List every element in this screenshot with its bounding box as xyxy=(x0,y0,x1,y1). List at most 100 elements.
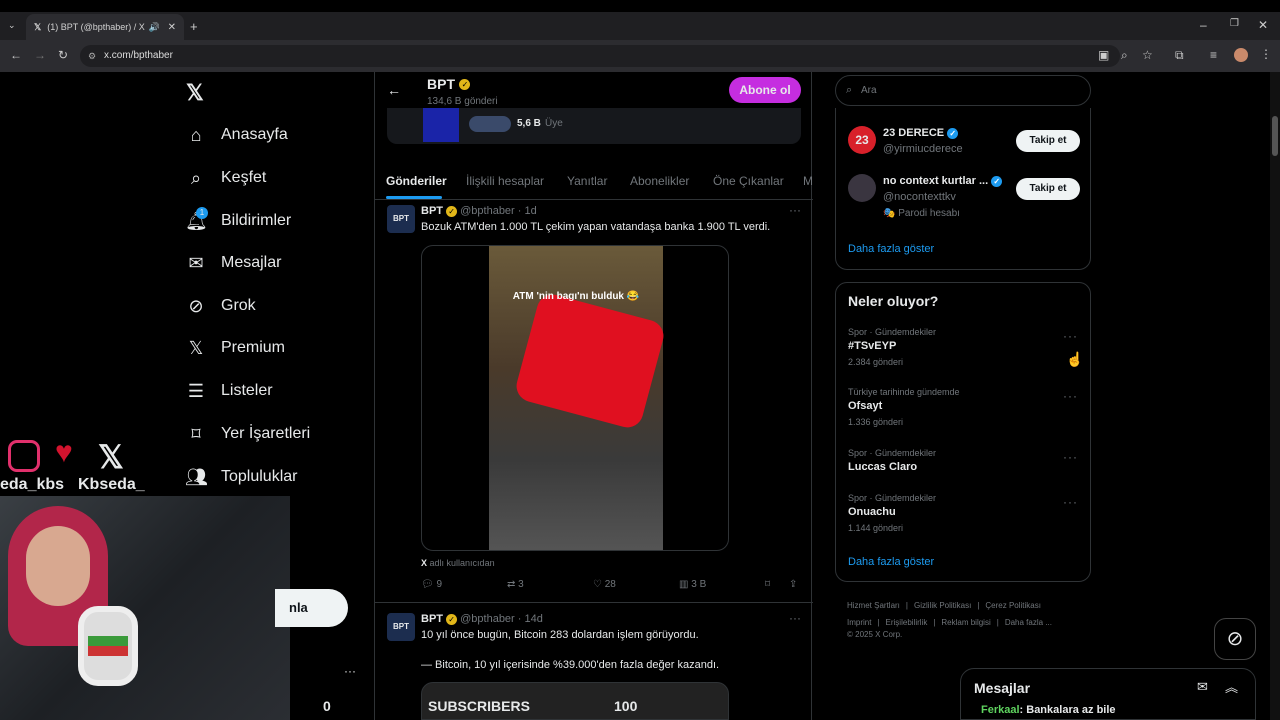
minimize-icon[interactable]: – xyxy=(1200,19,1207,31)
nav-item-4[interactable]: ⊘ Grok xyxy=(185,288,255,324)
page-scrollbar[interactable] xyxy=(1270,72,1280,720)
account-avatar[interactable] xyxy=(848,174,876,202)
trend-more-icon[interactable]: ··· xyxy=(1063,329,1078,343)
tweet-handle[interactable]: @bpthaber xyxy=(460,613,515,625)
search-box[interactable]: ⌕ Ara xyxy=(835,75,1091,106)
reload-icon[interactable]: ↻ xyxy=(58,49,68,61)
follow-button[interactable]: Takip et xyxy=(1016,178,1080,200)
follow-button[interactable]: Takip et xyxy=(1016,130,1080,152)
community-card[interactable]: 5,6 B Üye xyxy=(387,108,801,144)
tab-0[interactable]: Gönderiler xyxy=(386,174,447,188)
footer-link[interactable]: Gizlilik Politikası xyxy=(914,601,971,610)
verified-icon: ✓ xyxy=(991,175,1003,187)
trend-more-icon[interactable]: ··· xyxy=(1063,495,1078,509)
red-phone xyxy=(512,291,668,431)
list-icon: ☰ xyxy=(187,380,205,401)
scrollbar-thumb[interactable] xyxy=(1272,116,1278,156)
back-arrow-icon[interactable]: ← xyxy=(387,82,401,98)
trend-item[interactable]: Spor · Gündemdekiler Luccas Claro xyxy=(848,448,1078,473)
profile-avatar[interactable] xyxy=(1234,48,1248,62)
footer-link[interactable]: Imprint xyxy=(847,618,871,627)
tweet-avatar[interactable]: BPT xyxy=(387,205,415,233)
new-tab-icon[interactable]: + xyxy=(190,20,198,33)
nav-item-0[interactable]: ⌂ Anasayfa xyxy=(185,117,288,153)
trend-item[interactable]: Türkiye tarihinde gündemde Ofsayt 1.336 gö… xyxy=(848,387,1078,427)
browser-menu-icon[interactable]: ⋮ xyxy=(1260,48,1272,60)
nav-item-8[interactable]: 👥︎ Topluluklar xyxy=(185,459,297,495)
account-avatar[interactable]: 23 xyxy=(848,126,876,154)
footer-link[interactable]: Reklam bilgisi xyxy=(941,618,990,627)
trend-count: 2.384 gönderi xyxy=(848,357,904,367)
nav-item-6[interactable]: ☰ Listeler xyxy=(185,373,273,409)
x-logo-icon[interactable]: 𝕏 xyxy=(186,80,204,106)
tab-close-icon[interactable]: ✕ xyxy=(168,22,176,33)
views-icon: ▥ xyxy=(679,579,689,590)
extensions-icon[interactable]: ⧉ xyxy=(1175,49,1184,61)
footer-link[interactable]: Çerez Politikası xyxy=(985,601,1041,610)
tweet[interactable]: BPT BPT ✓ @bpthaber · 1d ··· Bozuk ATM'd… xyxy=(375,201,813,603)
close-window-icon[interactable]: ✕ xyxy=(1258,19,1268,31)
zoom-icon[interactable]: ⌕ xyxy=(1121,49,1128,61)
nav-item-3[interactable]: ✉ Mesajlar xyxy=(185,245,281,281)
tweet-time[interactable]: 14d xyxy=(525,613,543,625)
tweet-name[interactable]: BPT xyxy=(421,205,443,217)
browser-tab[interactable]: 𝕏 (1) BPT (@bpthaber) / X 🔊 ✕ xyxy=(26,14,184,40)
show-more-link[interactable]: Daha fazla göster xyxy=(848,243,934,255)
like-button[interactable]: ♡ 28 xyxy=(593,579,616,590)
expand-icon[interactable]: ︽ xyxy=(1225,677,1238,696)
nav-item-7[interactable]: ⌑ Yer İşaretleri xyxy=(185,416,310,452)
reply-count: 9 xyxy=(436,579,443,590)
trend-item[interactable]: Spor · Gündemdekiler #TSvEYP 2.384 gönderi xyxy=(848,327,1078,367)
tweet-media[interactable]: ATM 'nin bagı'nı bulduk 😂 xyxy=(421,245,729,551)
account-name[interactable]: 23 DERECE ✓ xyxy=(883,127,959,139)
tweet-handle[interactable]: @bpthaber xyxy=(460,205,515,217)
tweet-more-icon[interactable]: ··· xyxy=(789,611,801,625)
retweet-button[interactable]: ⇄ 3 xyxy=(507,579,524,590)
tab-3[interactable]: Abonelikler xyxy=(630,174,689,188)
site-info-icon[interactable]: ⚙ xyxy=(88,45,96,67)
cast-icon[interactable]: ▣ xyxy=(1098,49,1109,61)
tweet-time[interactable]: 1d xyxy=(525,205,537,217)
more-dots[interactable]: ··· xyxy=(344,664,356,678)
tab-2[interactable]: Yanıtlar xyxy=(567,174,607,188)
tweet-name[interactable]: BPT xyxy=(421,613,443,625)
bookmark-icon[interactable]: ⌑ xyxy=(765,579,770,590)
tab-5[interactable]: M xyxy=(803,174,813,188)
views-button[interactable]: ▥ 3 B xyxy=(679,579,706,590)
tweet-avatar[interactable]: BPT xyxy=(387,613,415,641)
mail-icon: ✉ xyxy=(188,252,204,273)
show-more-link[interactable]: Daha fazla göster xyxy=(848,556,934,568)
account-handle: @yirmiucderece xyxy=(883,143,963,155)
tweet-more-icon[interactable]: ··· xyxy=(789,203,801,217)
nav-item-5[interactable]: 𝕏 Premium xyxy=(185,330,285,366)
tab-audio-icon[interactable]: 🔊 xyxy=(149,22,160,33)
nav-item-1[interactable]: ⌕ Keşfet xyxy=(185,160,266,196)
messages-drawer[interactable]: Mesajlar ✉ ︽ Ferkaal: Bankalara az bile xyxy=(960,668,1256,720)
forward-icon[interactable]: → xyxy=(34,49,46,61)
url-field[interactable]: ⚙ x.com/bpthaber xyxy=(80,45,1120,67)
footer-link[interactable]: Hizmet Şartları xyxy=(847,601,900,610)
account-name[interactable]: no context kurtlar ... ✓ xyxy=(883,175,1003,187)
footer-link[interactable]: Erişilebilirlik xyxy=(886,618,928,627)
trend-more-icon[interactable]: ··· xyxy=(1063,389,1078,403)
subscribe-button[interactable]: Abone ol xyxy=(729,77,801,103)
share-icon[interactable]: ⇪ xyxy=(789,579,797,590)
back-icon[interactable]: ← xyxy=(10,49,22,61)
tab-4[interactable]: Öne Çıkanlar xyxy=(713,174,784,188)
reply-button[interactable]: 💬︎ 9 xyxy=(421,579,442,590)
new-message-icon[interactable]: ✉ xyxy=(1197,679,1208,695)
maximize-icon[interactable]: ❐ xyxy=(1230,19,1239,29)
trend-category: Spor · Gündemdekiler xyxy=(848,448,937,458)
media-icon[interactable]: ≡ xyxy=(1210,49,1217,61)
tab-1[interactable]: İlişkili hesaplar xyxy=(466,174,544,188)
nav-item-2[interactable]: 🔔︎ Bildirimler 1 xyxy=(185,203,291,239)
subscribers-label: SUBSCRIBERS xyxy=(428,698,530,714)
grok-float-button[interactable]: ⊘ xyxy=(1214,618,1256,660)
tab-list-icon[interactable]: ⌄ xyxy=(8,21,16,30)
post-button[interactable]: nla xyxy=(275,589,348,627)
star-icon[interactable]: ☆ xyxy=(1142,49,1153,61)
footer-link[interactable]: Daha fazla ... xyxy=(1005,618,1052,627)
trend-more-icon[interactable]: ··· xyxy=(1063,450,1078,464)
members-label: Üye xyxy=(545,118,563,129)
trend-item[interactable]: Spor · Gündemdekiler Onuachu 1.144 gönderi xyxy=(848,493,1078,533)
